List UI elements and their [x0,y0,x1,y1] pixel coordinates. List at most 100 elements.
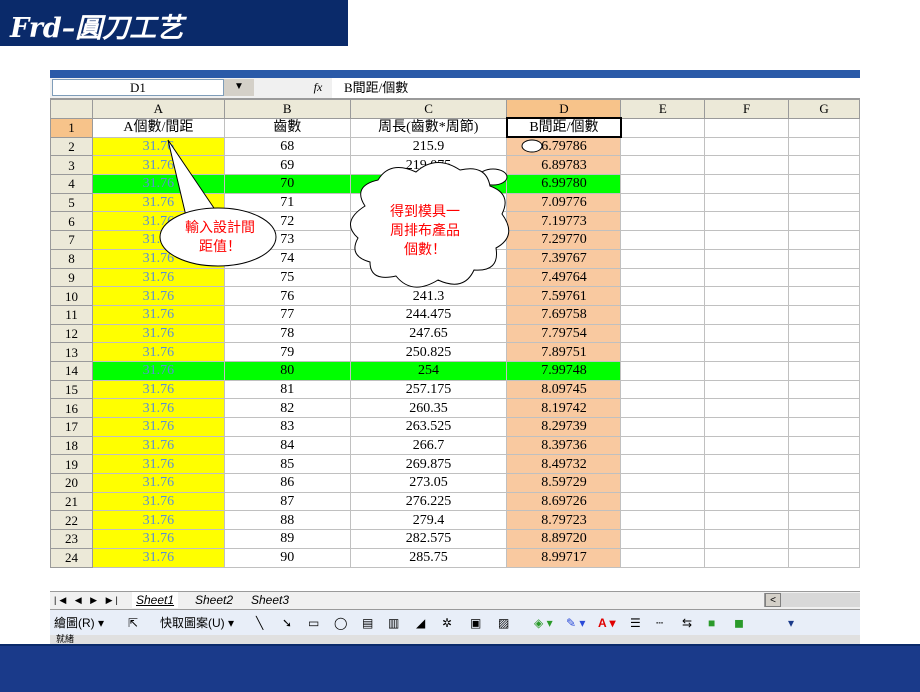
formula-input[interactable]: B間距/個數 [332,78,860,98]
cell-f[interactable] [704,174,790,194]
cell-b[interactable]: 70 [223,174,351,194]
cell-e[interactable] [620,286,706,306]
cell-f[interactable] [704,136,790,157]
row-header[interactable]: 15 [50,379,93,400]
cell-c[interactable]: 254 [349,360,508,381]
autoshapes-menu[interactable]: 快取圖案(U) ▾ [160,614,234,632]
font-color-icon[interactable]: A ▾ [598,614,616,632]
cell-b[interactable]: 86 [223,473,351,493]
cell-b[interactable]: 84 [223,435,351,456]
cell-f[interactable] [704,286,790,306]
cell-d[interactable]: 8.39736 [506,435,622,456]
row-header[interactable]: 23 [50,529,93,549]
cell-d[interactable]: 7.49764 [506,267,622,288]
row-header[interactable]: 11 [50,304,93,325]
cell-a[interactable]: 31.76 [91,323,225,344]
cell-d[interactable]: 7.29770 [506,230,622,250]
cell-f[interactable] [704,360,790,381]
cell-g[interactable] [788,547,860,568]
oval-icon[interactable]: ◯ [334,614,347,632]
cell-f[interactable] [704,417,790,437]
cell-d[interactable]: 7.09776 [506,192,622,213]
row-header[interactable]: 9 [50,267,93,288]
arrow-style-icon[interactable]: ⇆ [682,614,692,632]
cell-d[interactable]: 8.69726 [506,491,622,512]
cell-e[interactable] [620,174,706,194]
cell-c[interactable]: 238.125 [349,267,508,288]
cell-d[interactable]: 8.49732 [506,454,622,475]
cell-e[interactable] [620,248,706,269]
cell-g[interactable] [788,323,860,344]
cell-d[interactable]: 7.19773 [506,211,622,232]
column-header-b[interactable]: B [223,99,351,119]
cell-e[interactable] [620,360,706,381]
cell-c[interactable]: 260.35 [349,398,508,418]
cell-f[interactable] [704,267,790,288]
vertical-textbox-icon[interactable]: ▥ [388,614,399,632]
cell-b[interactable]: 77 [223,304,351,325]
row-header[interactable]: 3 [50,155,93,176]
cell-e[interactable] [620,379,706,400]
cell-f[interactable] [704,323,790,344]
cell-e[interactable] [620,398,706,418]
cell-c[interactable]: 282.575 [349,529,508,549]
cell-c[interactable]: 273.05 [349,473,508,493]
cell-a[interactable]: 31.76 [91,286,225,306]
cell-a[interactable]: 31.76 [91,174,225,194]
cell-f[interactable] [704,379,790,400]
sheet-tab-1[interactable]: Sheet1 [132,592,179,608]
row-header[interactable]: 5 [50,192,93,213]
cell-c[interactable]: 266.7 [349,435,508,456]
cell-g[interactable] [788,529,860,549]
cell-b[interactable]: 69 [223,155,351,176]
cell-b[interactable]: 90 [223,547,351,568]
cell-e[interactable] [620,547,706,568]
cell-a[interactable]: 31.76 [91,491,225,512]
cell-b[interactable]: 齒數 [223,117,351,138]
dash-style-icon[interactable]: ┄ [656,614,663,632]
cell-g[interactable] [788,230,860,250]
cell-c[interactable]: 279.4 [349,510,508,531]
row-header[interactable]: 2 [50,136,93,157]
cell-e[interactable] [620,304,706,325]
column-header-f[interactable]: F [704,99,790,119]
draw-menu[interactable]: 繪圖(R) ▾ [54,614,104,632]
cell-d[interactable]: 7.39767 [506,248,622,269]
cell-g[interactable] [788,267,860,288]
sheet-tab-2[interactable]: Sheet2 [191,592,237,608]
horizontal-scrollbar[interactable]: < [764,593,860,607]
cell-d[interactable]: 8.99717 [506,547,622,568]
cell-b[interactable]: 75 [223,267,351,288]
cell-a[interactable]: 31.76 [91,342,225,362]
name-box[interactable]: D1 [52,79,224,96]
cell-a[interactable]: 31.76 [91,547,225,568]
cell-g[interactable] [788,192,860,213]
cell-a[interactable]: 31.76 [91,417,225,437]
cell-g[interactable] [788,136,860,157]
cell-b[interactable]: 85 [223,454,351,475]
cell-f[interactable] [704,211,790,232]
row-header[interactable]: 14 [50,360,93,381]
cell-c[interactable]: 219.075 [349,155,508,176]
cell-d[interactable]: B間距/個數 [505,117,622,139]
cell-c[interactable]: 250.825 [349,342,508,362]
select-all-corner[interactable] [50,99,93,119]
cell-a[interactable]: 31.76 [91,304,225,325]
cell-e[interactable] [620,454,706,475]
cell-g[interactable] [788,286,860,306]
cell-e[interactable] [620,323,706,344]
cell-f[interactable] [704,547,790,568]
row-header[interactable]: 1 [50,117,93,138]
row-header[interactable]: 17 [50,417,93,437]
row-header[interactable]: 8 [50,248,93,269]
column-header-e[interactable]: E [620,99,706,119]
cell-b[interactable]: 78 [223,323,351,344]
cell-d[interactable]: 8.79723 [506,510,622,531]
column-header-a[interactable]: A [91,99,225,119]
cell-e[interactable] [620,230,706,250]
cell-f[interactable] [704,117,790,138]
cell-g[interactable] [788,510,860,531]
cell-f[interactable] [704,398,790,418]
cell-d[interactable]: 8.29739 [506,417,622,437]
cell-b[interactable]: 89 [223,529,351,549]
